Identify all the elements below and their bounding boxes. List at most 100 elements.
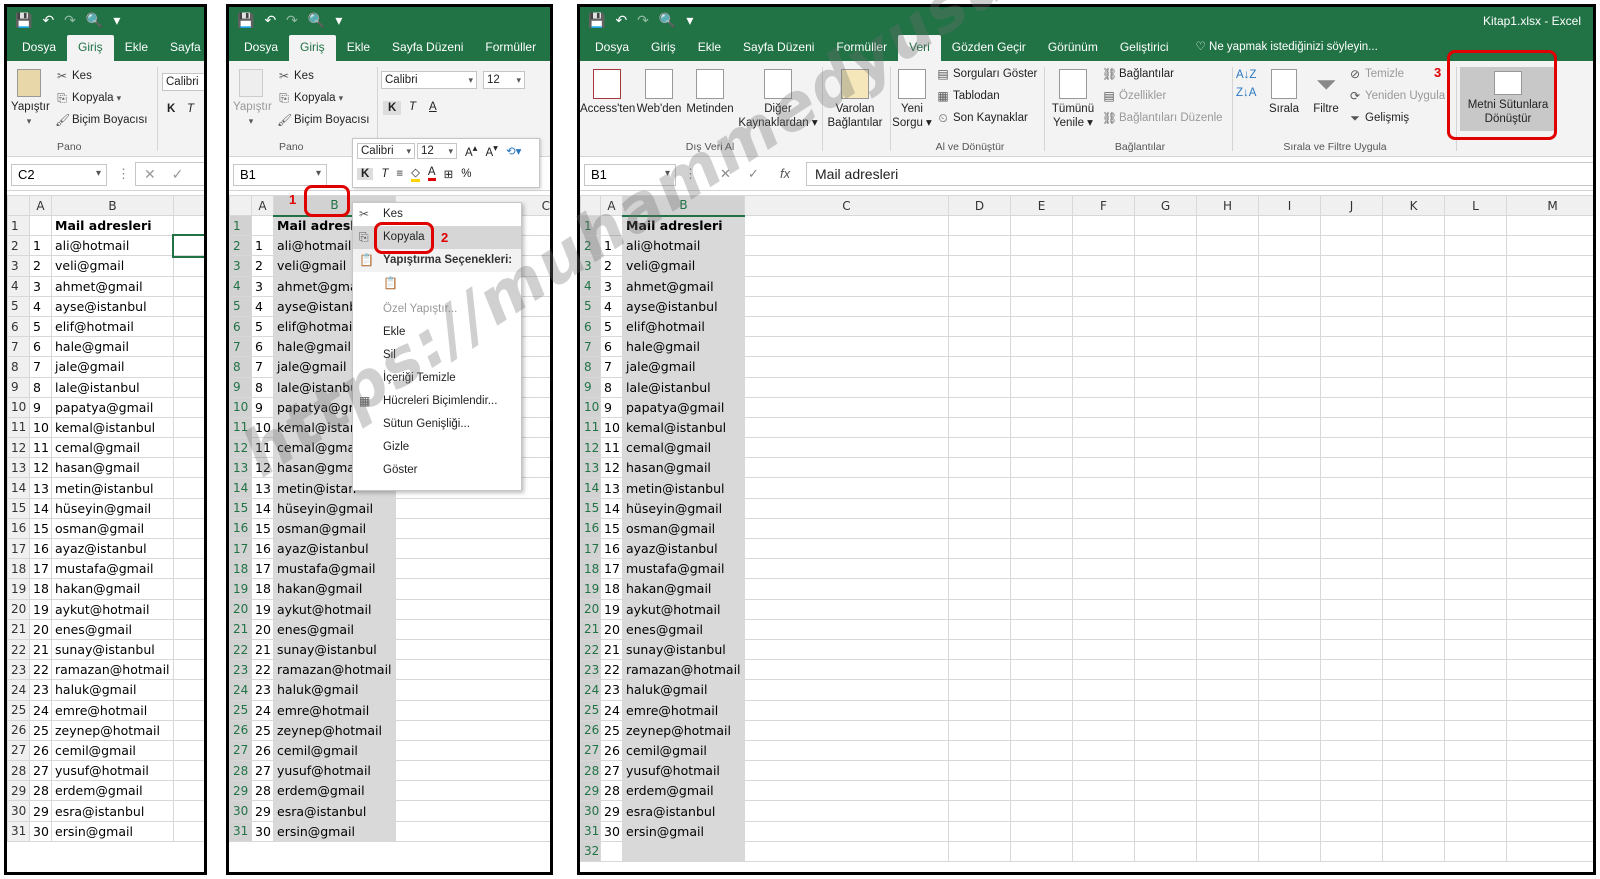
enter-icon[interactable]: ✓	[748, 166, 759, 182]
cell-f[interactable]	[1072, 295, 1135, 317]
cell-g[interactable]	[1134, 396, 1197, 418]
row-header[interactable]: 19	[7, 578, 30, 600]
cell-a[interactable]	[600, 214, 623, 237]
cell-c[interactable]	[395, 739, 550, 762]
cell-g[interactable]	[1134, 376, 1197, 398]
cell-c[interactable]	[744, 578, 949, 600]
cell-f[interactable]	[1072, 679, 1135, 701]
cell-b[interactable]: cemil@gmail	[622, 739, 745, 762]
cell-i[interactable]	[1258, 497, 1321, 519]
row-header[interactable]: 14	[7, 477, 30, 499]
cell-k[interactable]	[1382, 416, 1445, 439]
cell-c[interactable]	[744, 739, 949, 762]
copy-button[interactable]: ⎘ Kopyala ▾	[55, 91, 121, 105]
cell-c[interactable]	[744, 416, 949, 439]
column-header-i[interactable]: I	[1258, 195, 1321, 216]
cell-c[interactable]	[395, 497, 550, 519]
name-box[interactable]: B1 ▾	[233, 164, 327, 186]
cell-a[interactable]: 28	[29, 780, 52, 802]
italic-button[interactable]: T	[409, 101, 416, 113]
cell-i[interactable]	[1258, 477, 1321, 499]
cell-e[interactable]	[1010, 800, 1073, 822]
cell-a[interactable]: 8	[600, 376, 623, 398]
row-header[interactable]: 16	[229, 517, 252, 540]
cell-d[interactable]	[948, 214, 1011, 237]
row-header[interactable]: 2	[7, 235, 30, 257]
cell-b[interactable]: hakan@gmail	[273, 578, 396, 600]
mini-font-size[interactable]: 12 ▾	[417, 143, 457, 159]
cell-a[interactable]: 17	[29, 558, 52, 580]
print-preview-icon[interactable]: 🔍	[659, 12, 676, 29]
select-all-corner[interactable]	[229, 195, 252, 216]
cell-c[interactable]	[173, 416, 204, 439]
cell-b[interactable]: jale@gmail	[622, 356, 745, 378]
cell-g[interactable]	[1134, 699, 1197, 721]
cell-a[interactable]: 15	[251, 517, 274, 540]
cell-l[interactable]	[1444, 416, 1507, 439]
cell-a[interactable]: 4	[600, 295, 623, 317]
cell-a[interactable]: 15	[600, 517, 623, 540]
cell-a[interactable]: 6	[29, 336, 52, 358]
cell-a[interactable]: 5	[600, 315, 623, 338]
cell-l[interactable]	[1444, 356, 1507, 378]
cell-a[interactable]: 2	[251, 255, 274, 277]
cell-i[interactable]	[1258, 618, 1321, 640]
cell-j[interactable]	[1320, 699, 1383, 721]
tab-file[interactable]: Dosya	[584, 35, 640, 61]
row-header[interactable]: 6	[229, 315, 252, 338]
cell-d[interactable]	[948, 739, 1011, 762]
cell-a[interactable]: 22	[600, 659, 623, 681]
row-header[interactable]: 9	[580, 376, 601, 398]
cell-b[interactable]: yusuf@hotmail	[273, 760, 396, 782]
cell-d[interactable]	[948, 840, 1011, 863]
paste-button[interactable]: Yapıştır ▾	[233, 69, 272, 128]
cell-d[interactable]	[948, 699, 1011, 721]
cell-c[interactable]	[173, 497, 204, 519]
cell-c[interactable]	[395, 820, 550, 842]
cell-m[interactable]	[1506, 437, 1593, 459]
row-header[interactable]: 25	[580, 699, 601, 721]
cell-c[interactable]	[744, 719, 949, 741]
cell-l[interactable]	[1444, 598, 1507, 620]
menu-item-format-cells[interactable]: ▦ Hücreleri Biçimlendir...	[353, 390, 521, 413]
row-header[interactable]: 29	[229, 780, 252, 802]
row-header[interactable]: 12	[580, 437, 601, 459]
cell-f[interactable]	[1072, 477, 1135, 499]
cell-d[interactable]	[948, 638, 1011, 661]
cell-c[interactable]	[395, 659, 550, 681]
cell-b[interactable]: ersin@gmail	[51, 820, 174, 842]
cell-a[interactable]: 19	[29, 598, 52, 620]
cell-c[interactable]	[744, 618, 949, 640]
cell-e[interactable]	[1010, 235, 1073, 257]
cell-i[interactable]	[1258, 638, 1321, 661]
cell-b[interactable]: hüseyin@gmail	[273, 497, 396, 519]
cell-a[interactable]: 1	[29, 235, 52, 257]
cell-l[interactable]	[1444, 679, 1507, 701]
cell-b[interactable]: metin@istanbul	[51, 477, 174, 499]
cell-a[interactable]: 17	[251, 558, 274, 580]
cell-g[interactable]	[1134, 760, 1197, 782]
cell-f[interactable]	[1072, 517, 1135, 540]
cell-i[interactable]	[1258, 598, 1321, 620]
cell-a[interactable]: 21	[600, 638, 623, 661]
cell-j[interactable]	[1320, 376, 1383, 398]
cell-c[interactable]	[744, 396, 949, 418]
row-header[interactable]: 22	[229, 638, 252, 661]
cell-c[interactable]	[744, 537, 949, 560]
cell-b[interactable]: ayse@istanbul	[622, 295, 745, 317]
cell-d[interactable]	[948, 618, 1011, 640]
cell-j[interactable]	[1320, 275, 1383, 297]
cell-a[interactable]: 13	[251, 477, 274, 499]
cell-i[interactable]	[1258, 275, 1321, 297]
cell-c[interactable]	[395, 618, 550, 640]
cell-i[interactable]	[1258, 820, 1321, 842]
cell-b[interactable]: esra@istanbul	[273, 800, 396, 822]
cell-f[interactable]	[1072, 497, 1135, 519]
row-header[interactable]: 26	[229, 719, 252, 741]
cell-b[interactable]: aykut@hotmail	[622, 598, 745, 620]
cell-b[interactable]: veli@gmail	[622, 255, 745, 277]
cell-a[interactable]: 11	[251, 437, 274, 459]
cell-e[interactable]	[1010, 517, 1073, 540]
row-header[interactable]: 4	[229, 275, 252, 297]
cell-m[interactable]	[1506, 255, 1593, 277]
